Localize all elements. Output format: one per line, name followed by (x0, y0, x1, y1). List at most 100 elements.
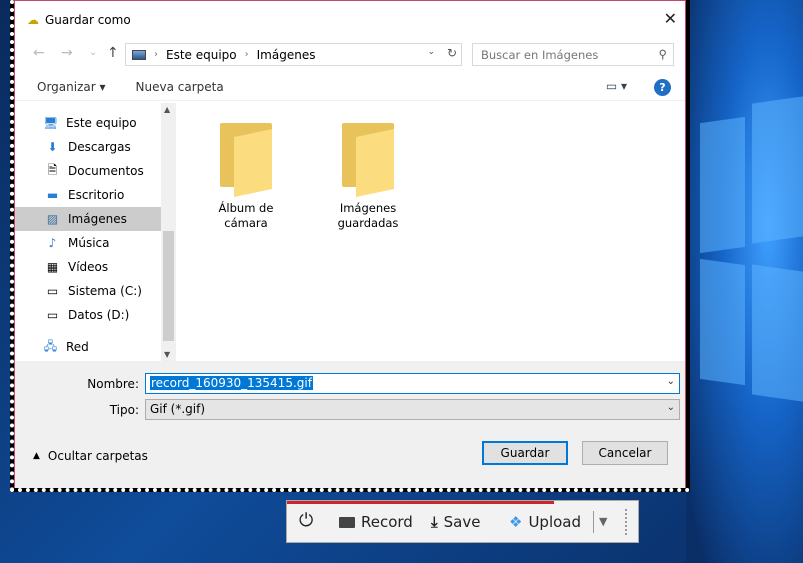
folder-name: cámara (224, 216, 268, 230)
breadcrumb-este-equipo[interactable]: Este equipo (166, 48, 237, 62)
folder-item[interactable]: Imágenes guardadas (328, 103, 408, 231)
recorder-toolbar: ⏻ Record ⤓ Save ❖ Upload ▼ (286, 500, 639, 543)
windows-logo-pane (700, 116, 745, 254)
sidebar-item-videos[interactable]: ▦ Vídeos (15, 255, 175, 279)
drag-handle[interactable] (625, 509, 628, 535)
chevron-down-icon[interactable]: ⌄ (667, 376, 675, 387)
filename-label: Nombre: (87, 377, 139, 391)
folder-icon (342, 119, 394, 198)
sidebar-item-escritorio[interactable]: ▬ Escritorio (15, 183, 175, 207)
organize-button[interactable]: Organizar ▾ (37, 80, 106, 94)
sidebar-item-este-equipo[interactable]: 🖥 Este equipo (15, 111, 175, 135)
record-button[interactable]: Record (339, 513, 413, 531)
sidebar-item-musica[interactable]: ♪ Música (15, 231, 175, 255)
sidebar-item-red[interactable]: 🖧 Red (15, 335, 175, 359)
folder-item[interactable]: Álbum de cámara (206, 103, 286, 231)
search-input[interactable]: Buscar en Imágenes ⚲ (472, 43, 674, 66)
scroll-down-icon[interactable]: ▼ (164, 350, 170, 359)
navigation-pane: 🖥 Este equipo ⬇ Descargas 🗎 Documentos ▬ Esc… (15, 103, 175, 361)
scroll-up-icon[interactable]: ▲ (164, 105, 170, 114)
sidebar-item-label: Documentos (68, 164, 144, 178)
windows-logo-pane (700, 258, 745, 386)
filetype-select[interactable]: Gif (*.gif) ⌄ (145, 399, 680, 420)
sidebar-item-label: Descargas (68, 140, 131, 154)
dropbox-icon: ❖ (509, 513, 523, 531)
upload-button[interactable]: ❖ Upload (509, 513, 581, 531)
sidebar-item-sistema-c[interactable]: ▭ Sistema (C:) (15, 279, 175, 303)
new-folder-button[interactable]: Nueva carpeta (136, 80, 224, 94)
folder-icon (220, 119, 272, 198)
save-as-dialog: ☁ Guardar como ✕ ← → ⌄ ↑ › Este equipo ›… (14, 0, 686, 488)
sidebar-item-label: Este equipo (66, 116, 137, 130)
cancel-button[interactable]: Cancelar (582, 441, 668, 465)
forward-icon[interactable]: → (61, 45, 73, 61)
breadcrumb-imagenes[interactable]: Imágenes (257, 48, 316, 62)
address-bar[interactable]: › Este equipo › Imágenes ⌄ ↻ (125, 43, 462, 66)
filetype-value: Gif (*.gif) (150, 402, 206, 416)
chevron-down-icon: ⌄ (666, 402, 675, 413)
dropdown-arrow-icon[interactable]: ▼ (599, 515, 607, 528)
sidebar-item-label: Vídeos (68, 260, 109, 274)
sidebar-item-descargas[interactable]: ⬇ Descargas (15, 135, 175, 159)
sidebar-item-label: Escritorio (68, 188, 125, 202)
video-icon: ▦ (46, 260, 59, 274)
computer-icon: 🖥 (43, 116, 59, 130)
music-icon: ♪ (48, 236, 57, 250)
recent-chevron-icon[interactable]: ⌄ (89, 47, 97, 58)
back-icon[interactable]: ← (33, 45, 45, 61)
video-camera-icon (339, 516, 355, 528)
search-icon: ⚲ (658, 47, 667, 61)
pictures-icon: ▨ (46, 212, 59, 226)
sidebar-item-label: Red (66, 340, 89, 354)
toolbar: Organizar ▾ Nueva carpeta ▭ ▾ ? (15, 73, 685, 101)
download-icon: ⤓ (431, 513, 438, 531)
view-options-icon[interactable]: ▭ ▾ (606, 79, 627, 93)
sidebar-item-label: Datos (D:) (68, 308, 130, 322)
folder-name: Álbum de (218, 201, 274, 215)
document-icon: 🗎 (47, 162, 58, 177)
save-button[interactable]: Guardar (482, 441, 568, 465)
refresh-icon[interactable]: ↻ (447, 46, 457, 60)
record-label: Record (361, 513, 413, 531)
chevron-right-icon: › (154, 49, 158, 60)
scrollbar-thumb[interactable] (163, 231, 174, 341)
hide-folders-button[interactable]: ▲ Ocultar carpetas (33, 449, 148, 463)
sidebar-item-documentos[interactable]: 🗎 Documentos (15, 159, 175, 183)
save-recording-button[interactable]: ⤓ Save (431, 513, 480, 531)
chevron-down-icon[interactable]: ⌄ (427, 47, 435, 57)
title-bar: ☁ Guardar como ✕ (15, 1, 685, 39)
windows-logo-pane (752, 96, 803, 244)
sidebar-item-datos-d[interactable]: ▭ Datos (D:) (15, 303, 175, 327)
recording-progress-bar (287, 501, 554, 504)
filename-input[interactable]: record_160930_135415.gif ⌄ (145, 373, 680, 394)
divider (593, 511, 594, 533)
save-label: Save (443, 513, 481, 531)
folder-name: guardadas (337, 216, 399, 230)
windows-logo-pane (752, 264, 803, 402)
chevron-right-icon: › (244, 49, 249, 60)
sidebar-scrollbar[interactable]: ▲ ▼ (161, 103, 176, 361)
app-icon: ☁ (27, 13, 39, 27)
search-placeholder: Buscar en Imágenes (481, 48, 599, 62)
filename-value: record_160930_135415.gif (150, 376, 313, 390)
chevron-up-icon: ▲ (33, 451, 40, 461)
drive-icon: ▭ (46, 308, 59, 322)
sidebar-item-label: Música (68, 236, 110, 250)
dialog-title: Guardar como (45, 13, 131, 27)
file-list: Álbum de cámara Imágenes guardadas (176, 103, 686, 361)
drive-icon: ▭ (46, 284, 59, 298)
sidebar-item-label: Sistema (C:) (68, 284, 142, 298)
pictures-location-icon (132, 49, 146, 60)
download-icon: ⬇ (47, 140, 58, 154)
hide-folders-label: Ocultar carpetas (47, 449, 148, 463)
desktop-icon: ▬ (46, 188, 59, 202)
navigation-bar: ← → ⌄ ↑ › Este equipo › Imágenes ⌄ ↻ Bus… (15, 41, 685, 67)
up-icon[interactable]: ↑ (107, 45, 119, 61)
power-icon[interactable]: ⏻ (299, 510, 313, 531)
help-icon[interactable]: ? (654, 79, 671, 96)
network-icon: 🖧 (43, 338, 58, 353)
close-icon[interactable]: ✕ (664, 9, 677, 28)
sidebar-item-imagenes[interactable]: ▨ Imágenes (15, 207, 175, 231)
folder-name: Imágenes (339, 201, 397, 215)
upload-label: Upload (528, 513, 582, 531)
